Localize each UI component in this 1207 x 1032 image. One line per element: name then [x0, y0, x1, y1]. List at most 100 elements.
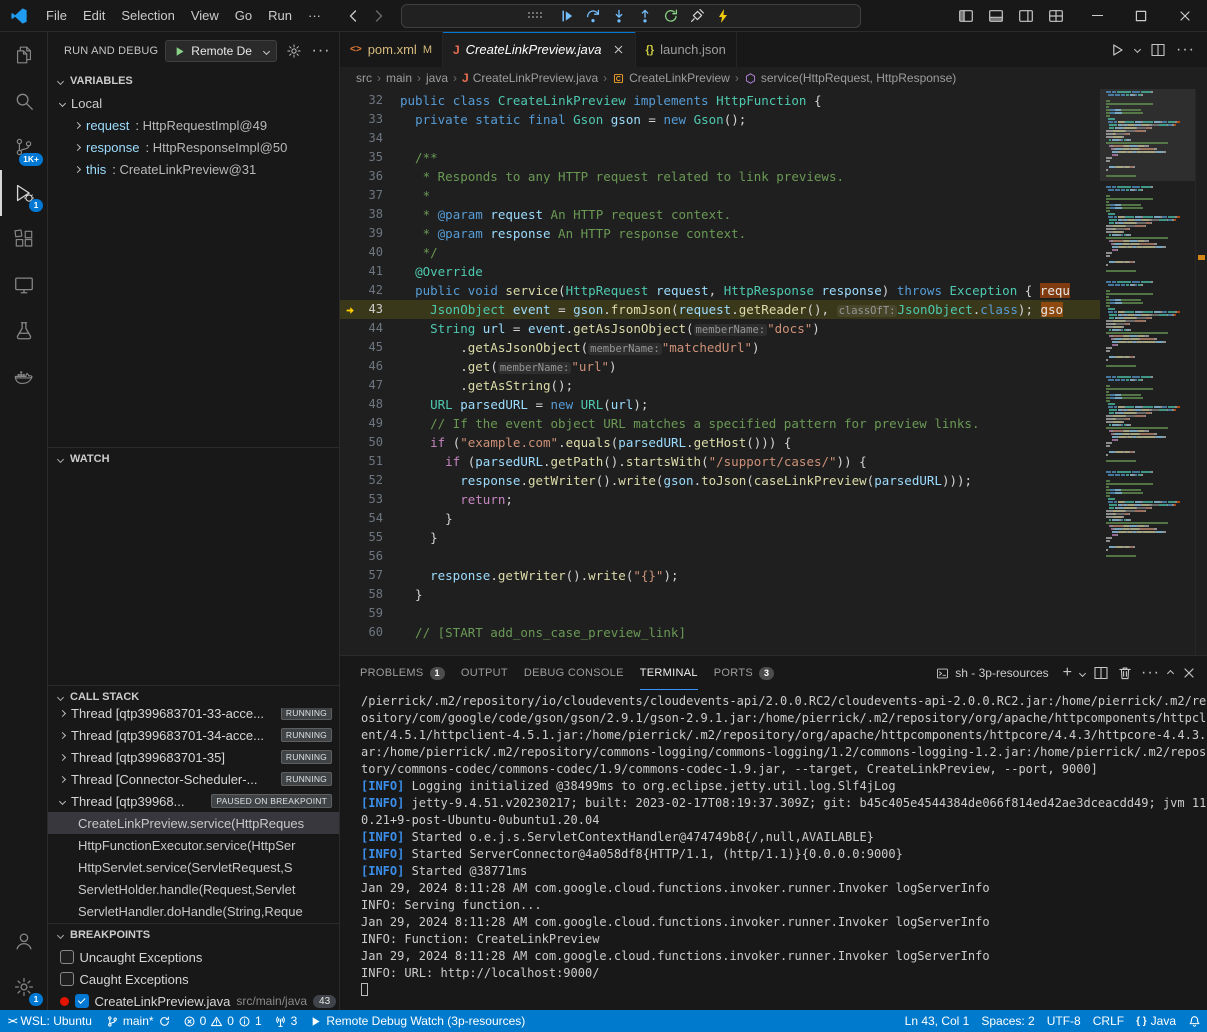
gutter[interactable]: 54	[340, 509, 400, 528]
code-line[interactable]: 42 public void service(HttpRequest reque…	[340, 281, 1207, 300]
code-line[interactable]: 32 public class CreateLinkPreview impleme…	[340, 91, 1207, 110]
code-text[interactable]: .getAsJsonObject(memberName:"matchedUrl"…	[400, 338, 1207, 357]
tab-pom-xml[interactable]: <>pom.xmlM	[340, 32, 443, 67]
code-text[interactable]	[400, 604, 1207, 623]
code-text[interactable]: // [START add_ons_case_preview_link]	[400, 623, 1207, 642]
code-line[interactable]: 43 JsonObject event = gson.fromJson(requ…	[340, 300, 1207, 319]
gutter[interactable]: 48	[340, 395, 400, 414]
problems-status[interactable]: 0 0 1	[177, 1010, 268, 1032]
code-text[interactable]: JsonObject event = gson.fromJson(request…	[400, 300, 1207, 319]
breakpoints-header[interactable]: BREAKPOINTS	[48, 924, 339, 946]
line-number[interactable]: 36	[369, 167, 383, 186]
code-line[interactable]: 56	[340, 547, 1207, 566]
language-mode[interactable]: { } Java	[1130, 1010, 1182, 1032]
code-text[interactable]	[400, 129, 1207, 148]
line-number[interactable]: 60	[369, 623, 383, 642]
run-button[interactable]	[1109, 42, 1125, 58]
terminal-output[interactable]: /pierrick/.m2/repository/io/cloudevents/…	[340, 690, 1207, 1010]
code-text[interactable]: }	[400, 585, 1207, 604]
maximize-panel-icon[interactable]	[1167, 669, 1174, 676]
breakpoint-row[interactable]: Uncaught Exceptions	[48, 946, 339, 968]
line-number[interactable]: 52	[369, 471, 383, 490]
variable-row[interactable]: response: HttpResponseImpl@50	[48, 136, 339, 158]
line-number[interactable]: 35	[369, 148, 383, 167]
minimize-button[interactable]	[1075, 0, 1119, 32]
gutter[interactable]: 47	[340, 376, 400, 395]
panel-tab-problems[interactable]: PROBLEMS1	[360, 656, 445, 690]
line-number[interactable]: 33	[369, 110, 383, 129]
gutter[interactable]: 45	[340, 338, 400, 357]
watch-header[interactable]: WATCH	[48, 448, 339, 470]
line-number[interactable]: 58	[369, 585, 383, 604]
activity-search[interactable]	[0, 78, 47, 124]
gutter[interactable]: 52	[340, 471, 400, 490]
code-line[interactable]: 55 }	[340, 528, 1207, 547]
line-number[interactable]: 41	[369, 262, 383, 281]
panel-more-icon[interactable]: ···	[1141, 664, 1160, 682]
breakpoint-checkbox[interactable]	[60, 972, 74, 986]
code-text[interactable]: @Override	[400, 262, 1207, 281]
indentation[interactable]: Spaces: 2	[975, 1010, 1040, 1032]
code-text[interactable]: URL parsedURL = new URL(url);	[400, 395, 1207, 414]
activity-source-control[interactable]: 1K+	[0, 124, 47, 170]
variable-row[interactable]: this: CreateLinkPreview@31	[48, 158, 339, 180]
code-line[interactable]: 38 * @param request An HTTP request cont…	[340, 205, 1207, 224]
line-number[interactable]: 59	[369, 604, 383, 623]
code-editor[interactable]: 32 public class CreateLinkPreview impleme…	[340, 89, 1207, 655]
split-editor-icon[interactable]	[1150, 42, 1166, 58]
remote-indicator[interactable]: >< WSL: Ubuntu	[0, 1010, 100, 1032]
forwarded-ports-status[interactable]: 3	[268, 1010, 304, 1032]
breadcrumb-item[interactable]: service(HttpRequest, HttpResponse)	[744, 71, 956, 85]
callstack-thread[interactable]: Thread [qtp399683701-33-acce...RUNNING	[48, 708, 339, 724]
gutter[interactable]: 59	[340, 604, 400, 623]
code-text[interactable]: /**	[400, 148, 1207, 167]
line-number[interactable]: 51	[369, 452, 383, 471]
gutter[interactable]: 43	[340, 300, 400, 319]
kill-terminal-icon[interactable]	[1117, 665, 1133, 681]
gutter[interactable]: 58	[340, 585, 400, 604]
continue-icon[interactable]	[556, 5, 578, 27]
activity-testing[interactable]	[0, 308, 47, 354]
code-text[interactable]: if (parsedURL.getPath().startsWith("/sup…	[400, 452, 1207, 471]
line-number[interactable]: 32	[369, 91, 383, 110]
step-over-icon[interactable]	[582, 5, 604, 27]
activity-docker[interactable]	[0, 354, 47, 400]
code-text[interactable]: }	[400, 528, 1207, 547]
code-text[interactable]: private static final Gson gson = new Gso…	[400, 110, 1207, 129]
code-text[interactable]: return;	[400, 490, 1207, 509]
breadcrumb-item[interactable]: main	[386, 71, 412, 85]
code-text[interactable]: * @param response An HTTP response conte…	[400, 224, 1207, 243]
activity-remote-explorer[interactable]	[0, 262, 47, 308]
gutter[interactable]: 39	[340, 224, 400, 243]
line-number[interactable]: 46	[369, 357, 383, 376]
code-text[interactable]: }	[400, 509, 1207, 528]
code-line[interactable]: 58 }	[340, 585, 1207, 604]
close-tab-icon[interactable]	[612, 43, 625, 56]
gutter[interactable]: 40	[340, 243, 400, 262]
line-number[interactable]: 48	[369, 395, 383, 414]
code-line[interactable]: 45 .getAsJsonObject(memberName:"matchedU…	[340, 338, 1207, 357]
activity-accounts[interactable]	[0, 918, 47, 964]
close-window-button[interactable]	[1163, 0, 1207, 32]
callstack-frame[interactable]: CreateLinkPreview.service(HttpReques	[48, 812, 339, 834]
code-text[interactable]: public class CreateLinkPreview implement…	[400, 91, 1207, 110]
encoding[interactable]: UTF-8	[1041, 1010, 1087, 1032]
gutter[interactable]: 51	[340, 452, 400, 471]
gutter[interactable]: 56	[340, 547, 400, 566]
split-terminal-icon[interactable]	[1093, 665, 1109, 681]
callstack-frame[interactable]: HttpServlet.service(ServletRequest,S	[48, 856, 339, 878]
line-number[interactable]: 38	[369, 205, 383, 224]
line-number[interactable]: 47	[369, 376, 383, 395]
breadcrumb-item[interactable]: java	[426, 71, 448, 85]
gutter[interactable]: 32	[340, 91, 400, 110]
branch-status[interactable]: main*	[100, 1010, 177, 1032]
menu-go[interactable]: Go	[227, 1, 260, 31]
line-number[interactable]: 55	[369, 528, 383, 547]
activity-run-and-debug[interactable]: 1	[0, 170, 47, 216]
line-number[interactable]: 49	[369, 414, 383, 433]
line-number[interactable]: 37	[369, 186, 383, 205]
code-line[interactable]: 46 .get(memberName:"url")	[340, 357, 1207, 376]
line-number[interactable]: 57	[369, 566, 383, 585]
gutter[interactable]: 41	[340, 262, 400, 281]
gutter[interactable]: 44	[340, 319, 400, 338]
